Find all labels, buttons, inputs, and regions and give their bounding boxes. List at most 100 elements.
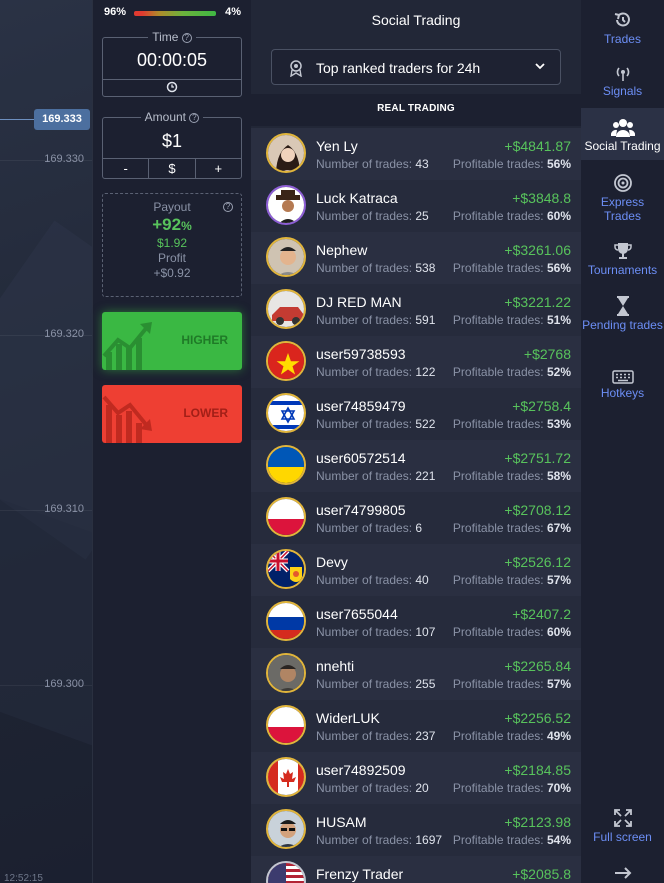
nav-pending-trades[interactable]: Pending trades: [581, 296, 664, 332]
trader-avatar[interactable]: [266, 133, 306, 173]
trader-profitable-rate: Profitable trades: 58%: [452, 469, 571, 483]
flag-ukraine-icon[interactable]: [266, 445, 306, 485]
nav-social-trading-label: Social Trading: [584, 139, 661, 153]
trader-name[interactable]: Luck Katraca: [316, 190, 398, 206]
higher-button[interactable]: HIGHER: [102, 312, 242, 370]
trader-profit: +$2708.12: [504, 502, 571, 518]
trader-profit: +$2751.72: [504, 450, 571, 466]
help-icon[interactable]: ?: [189, 113, 200, 123]
trader-name[interactable]: Devy: [316, 554, 348, 570]
arrow-right-icon: [614, 867, 631, 879]
trader-row[interactable]: user7655044 +$2407.2 Number of trades: 107…: [251, 596, 581, 648]
dropdown-value: Top ranked traders for 24h: [316, 60, 481, 76]
nav-signals-label: Signals: [602, 84, 643, 98]
trader-name[interactable]: DJ RED MAN: [316, 294, 402, 310]
price-axis-label: 169.320: [44, 328, 84, 340]
trader-sentiment: 96% 4%: [93, 4, 252, 20]
trader-avatar[interactable]: [266, 653, 306, 693]
payout-value: $1.92: [156, 236, 188, 250]
trader-row[interactable]: Yen Ly +$4841.87 Number of trades: 43 Profi…: [251, 128, 581, 180]
trader-name[interactable]: HUSAM: [316, 814, 367, 830]
trader-profitable-rate: Profitable trades: 52%: [452, 365, 571, 379]
amount-increase-button[interactable]: +: [194, 159, 241, 178]
trader-row[interactable]: Luck Katraca +$3848.8 Number of trades: 25…: [251, 180, 581, 232]
trader-name[interactable]: Yen Ly: [316, 138, 358, 154]
nav-tournaments-label: Tournaments: [587, 263, 658, 277]
trader-profit: +$3848.8: [512, 190, 571, 206]
flag-vietnam-icon[interactable]: [266, 341, 306, 381]
lower-button[interactable]: LOWER: [102, 385, 242, 443]
trader-row[interactable]: user60572514 +$2751.72 Number of trades: 2…: [251, 440, 581, 492]
trader-avatar[interactable]: [266, 809, 306, 849]
trader-trade-count: Number of trades: 20: [316, 781, 429, 795]
amount-selector[interactable]: Amount ? $1 - $ +: [102, 110, 242, 179]
flag-usa-icon[interactable]: [266, 861, 306, 883]
trader-row[interactable]: user74892509 +$2184.85 Number of trades: 2…: [251, 752, 581, 804]
flag-canada-icon[interactable]: [266, 757, 306, 797]
nav-full-screen[interactable]: Full screen: [581, 808, 664, 844]
trader-avatar[interactable]: [266, 289, 306, 329]
nav-trades[interactable]: Trades: [581, 10, 664, 46]
trader-row[interactable]: HUSAM +$2123.98 Number of trades: 1697 Prof…: [251, 804, 581, 856]
nav-hotkeys[interactable]: Hotkeys: [581, 370, 664, 400]
trader-name[interactable]: WiderLUK: [316, 710, 380, 726]
trader-name[interactable]: user59738593: [316, 346, 406, 362]
trader-trade-count: Number of trades: 25: [316, 209, 429, 223]
flag-poland-icon[interactable]: [266, 705, 306, 745]
amount-decrease-button[interactable]: -: [103, 159, 148, 178]
trader-row[interactable]: Frenzy Trader +$2085.8: [251, 856, 581, 883]
help-icon[interactable]: ?: [181, 33, 192, 43]
nav-full-screen-label: Full screen: [593, 830, 652, 844]
trader-name[interactable]: user60572514: [316, 450, 406, 466]
trader-name[interactable]: user74799805: [316, 502, 406, 518]
trader-profitable-rate: Profitable trades: 57%: [452, 677, 571, 691]
right-sidebar-nav: Trades Signals Social Trading Express Tr…: [581, 0, 664, 883]
nav-collapse[interactable]: [581, 866, 664, 882]
payout-info: Payout ? +92% $1.92 Profit +$0.92: [102, 193, 242, 297]
trader-name[interactable]: nnehti: [316, 658, 354, 674]
trader-row[interactable]: user74799805 +$2708.12 Number of trades: 6…: [251, 492, 581, 544]
price-chart[interactable]: 169.333 169.330 169.320 169.310 169.300 …: [0, 0, 92, 883]
flag-russia-icon[interactable]: [266, 601, 306, 641]
trader-name[interactable]: Frenzy Trader: [316, 866, 403, 882]
trader-profit: +$2256.52: [504, 710, 571, 726]
trader-row[interactable]: user74859479 +$2758.4 Number of trades: 52…: [251, 388, 581, 440]
higher-label: HIGHER: [181, 333, 228, 347]
trader-trade-count: Number of trades: 221: [316, 469, 436, 483]
trader-profitable-rate: Profitable trades: 67%: [452, 521, 571, 535]
trader-name[interactable]: user74892509: [316, 762, 406, 778]
time-mode-toggle[interactable]: [103, 79, 241, 96]
currency-toggle-button[interactable]: $: [148, 159, 194, 178]
trader-name[interactable]: user74859479: [316, 398, 406, 414]
trader-avatar[interactable]: [266, 237, 306, 277]
nav-express-trades[interactable]: Express Trades: [581, 173, 664, 223]
ranking-period-dropdown[interactable]: Top ranked traders for 24h: [271, 49, 561, 85]
nav-signals[interactable]: Signals: [581, 64, 664, 98]
target-icon: [613, 174, 632, 192]
trader-trade-count: Number of trades: 591: [316, 313, 436, 327]
trader-row[interactable]: DJ RED MAN +$3221.22 Number of trades: 591…: [251, 284, 581, 336]
trader-profit: +$2085.8: [512, 866, 571, 882]
nav-social-trading[interactable]: Social Trading: [581, 108, 664, 160]
flag-turks-caicos-icon[interactable]: [266, 549, 306, 589]
trader-avatar[interactable]: [266, 185, 306, 225]
trader-row[interactable]: Devy +$2526.12 Number of trades: 40 Profita…: [251, 544, 581, 596]
help-icon[interactable]: ?: [223, 202, 233, 212]
trader-row[interactable]: Nephew +$3261.06 Number of trades: 538 Prof…: [251, 232, 581, 284]
section-header: REAL TRADING: [251, 94, 581, 126]
time-value[interactable]: 00:00:05: [103, 50, 241, 71]
trader-row[interactable]: WiderLUK +$2256.52 Number of trades: 237 Pr…: [251, 700, 581, 752]
trader-row[interactable]: nnehti +$2265.84 Number of trades: 255 Prof…: [251, 648, 581, 700]
trader-name[interactable]: user7655044: [316, 606, 398, 622]
up-trend-icon: [102, 322, 152, 370]
trader-name[interactable]: Nephew: [316, 242, 367, 258]
trophy-icon: [613, 243, 632, 259]
trader-profit: +$4841.87: [504, 138, 571, 154]
flag-israel-icon[interactable]: [266, 393, 306, 433]
nav-tournaments[interactable]: Tournaments: [581, 241, 664, 277]
time-selector[interactable]: Time ? 00:00:05: [102, 30, 242, 97]
flag-poland-icon[interactable]: [266, 497, 306, 537]
trader-row[interactable]: user59738593 +$2768 Number of trades: 122 P…: [251, 336, 581, 388]
amount-value[interactable]: $1: [103, 131, 241, 152]
trader-profitable-rate: Profitable trades: 54%: [452, 833, 571, 847]
